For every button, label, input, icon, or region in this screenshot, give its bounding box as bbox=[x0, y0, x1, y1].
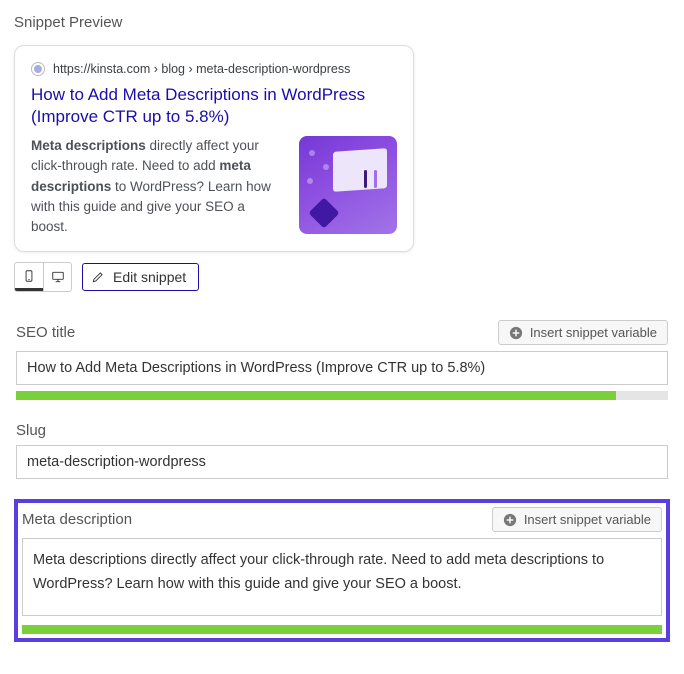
device-toggle bbox=[14, 262, 72, 292]
slug-label: Slug bbox=[16, 422, 46, 439]
seo-title-block: SEO title Insert snippet variable bbox=[14, 318, 670, 402]
preview-thumbnail bbox=[299, 136, 397, 234]
slug-input[interactable] bbox=[16, 445, 668, 479]
insert-variable-button-meta-desc[interactable]: Insert snippet variable bbox=[492, 507, 662, 532]
desktop-view-button[interactable] bbox=[43, 263, 71, 291]
section-title: Snippet Preview bbox=[14, 14, 670, 31]
meta-description-label: Meta description bbox=[22, 511, 132, 528]
snippet-preview-card: https://kinsta.com › blog › meta-descrip… bbox=[14, 45, 414, 252]
plus-circle-icon bbox=[503, 513, 517, 527]
pencil-icon bbox=[91, 270, 105, 284]
insert-variable-label: Insert snippet variable bbox=[530, 325, 657, 340]
edit-snippet-button[interactable]: Edit snippet bbox=[82, 263, 199, 291]
meta-description-progress bbox=[22, 625, 662, 634]
mobile-icon bbox=[22, 269, 36, 283]
slug-block: Slug bbox=[14, 420, 670, 481]
preview-title: How to Add Meta Descriptions in WordPres… bbox=[31, 84, 397, 128]
preview-desc-bold-1: Meta descriptions bbox=[31, 138, 146, 153]
meta-description-block: Meta description Insert snippet variable bbox=[14, 499, 670, 642]
favicon-icon bbox=[31, 62, 45, 76]
seo-title-input[interactable] bbox=[16, 351, 668, 385]
insert-variable-button-seo-title[interactable]: Insert snippet variable bbox=[498, 320, 668, 345]
edit-snippet-label: Edit snippet bbox=[113, 269, 186, 285]
plus-circle-icon bbox=[509, 326, 523, 340]
mobile-view-button[interactable] bbox=[15, 263, 43, 291]
preview-toolbar: Edit snippet bbox=[14, 262, 670, 292]
seo-title-progress-fill bbox=[16, 391, 616, 400]
meta-description-input[interactable] bbox=[22, 538, 662, 616]
meta-description-progress-fill bbox=[22, 625, 662, 634]
seo-title-label: SEO title bbox=[16, 324, 75, 341]
seo-title-progress bbox=[16, 391, 668, 400]
desktop-icon bbox=[51, 270, 65, 284]
insert-variable-label: Insert snippet variable bbox=[524, 512, 651, 527]
preview-url: https://kinsta.com › blog › meta-descrip… bbox=[53, 62, 350, 76]
preview-description: Meta descriptions directly affect your c… bbox=[31, 136, 285, 237]
